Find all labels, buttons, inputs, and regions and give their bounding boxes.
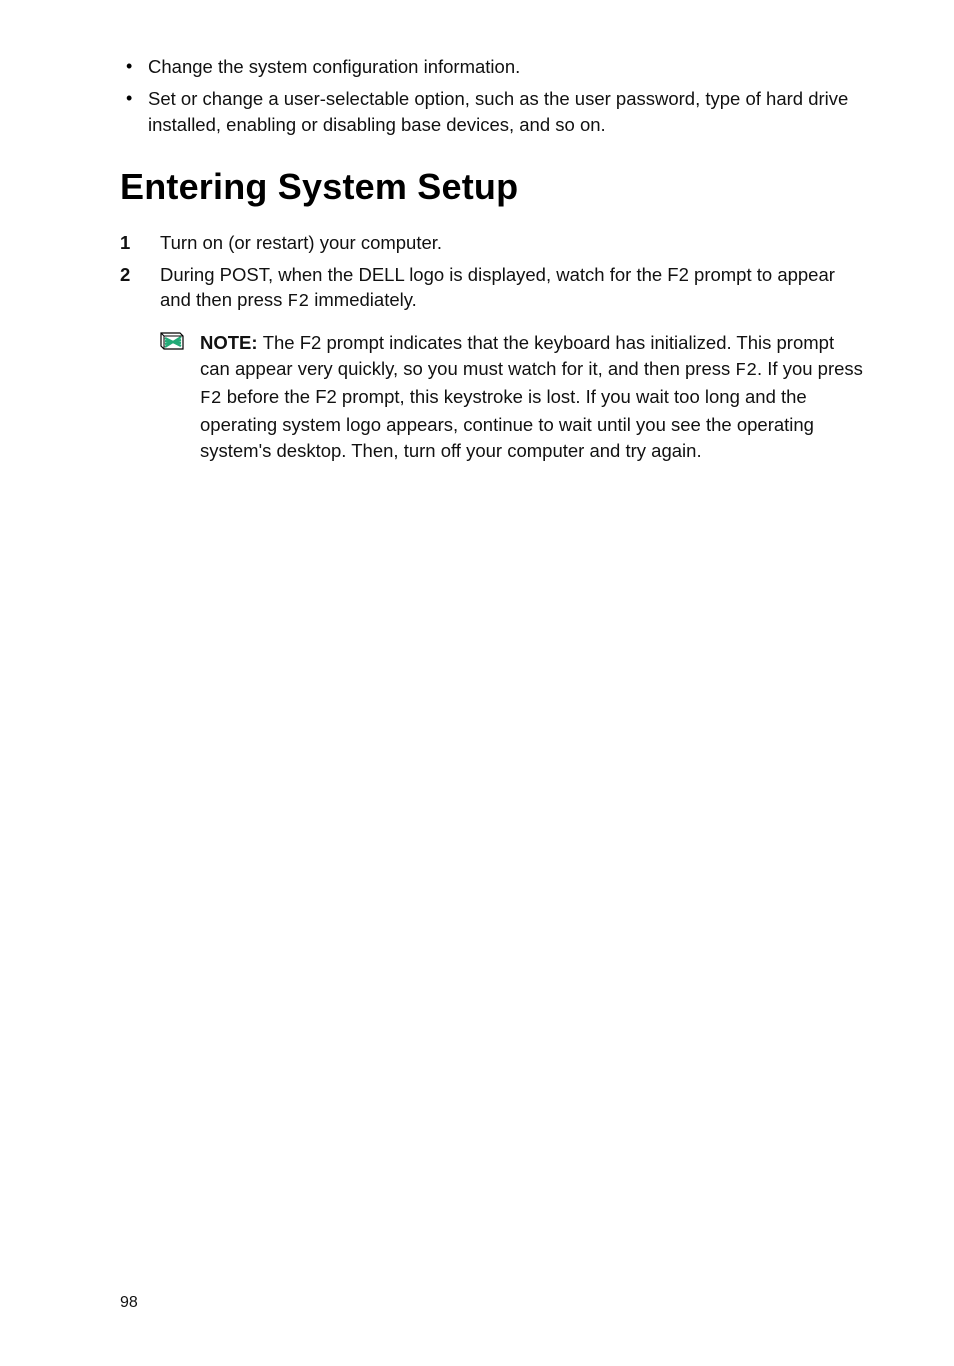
page-number: 98 bbox=[120, 1294, 138, 1312]
step-item: 2 During POST, when the DELL logo is dis… bbox=[120, 262, 864, 464]
note-text: NOTE: The F2 prompt indicates that the k… bbox=[200, 332, 863, 461]
numbered-steps-list: 1 Turn on (or restart) your computer. 2 … bbox=[120, 230, 864, 464]
note-label: NOTE: bbox=[200, 332, 263, 353]
key-f2: F2 bbox=[200, 389, 222, 409]
step-number: 1 bbox=[120, 230, 130, 256]
key-f2: F2 bbox=[288, 292, 310, 312]
bullet-item: Change the system configuration informat… bbox=[120, 54, 864, 80]
step-text: During POST, when the DELL logo is displ… bbox=[160, 264, 835, 311]
bullet-item: Set or change a user-selectable option, … bbox=[120, 86, 864, 138]
step-text-part: immediately. bbox=[309, 289, 417, 310]
step-item: 1 Turn on (or restart) your computer. bbox=[120, 230, 864, 256]
intro-bullet-list: Change the system configuration informat… bbox=[120, 54, 864, 138]
note-text-part: before the F2 prompt, this keystroke is … bbox=[200, 386, 814, 461]
key-f2: F2 bbox=[735, 361, 757, 381]
section-heading: Entering System Setup bbox=[120, 166, 864, 208]
step-number: 2 bbox=[120, 262, 130, 288]
step-text-part: During POST, when the DELL logo is displ… bbox=[160, 264, 835, 311]
note-text-part: . If you press bbox=[757, 358, 863, 379]
note-icon bbox=[160, 332, 184, 350]
note-block: NOTE: The F2 prompt indicates that the k… bbox=[160, 330, 864, 464]
step-text: Turn on (or restart) your computer. bbox=[160, 232, 442, 253]
